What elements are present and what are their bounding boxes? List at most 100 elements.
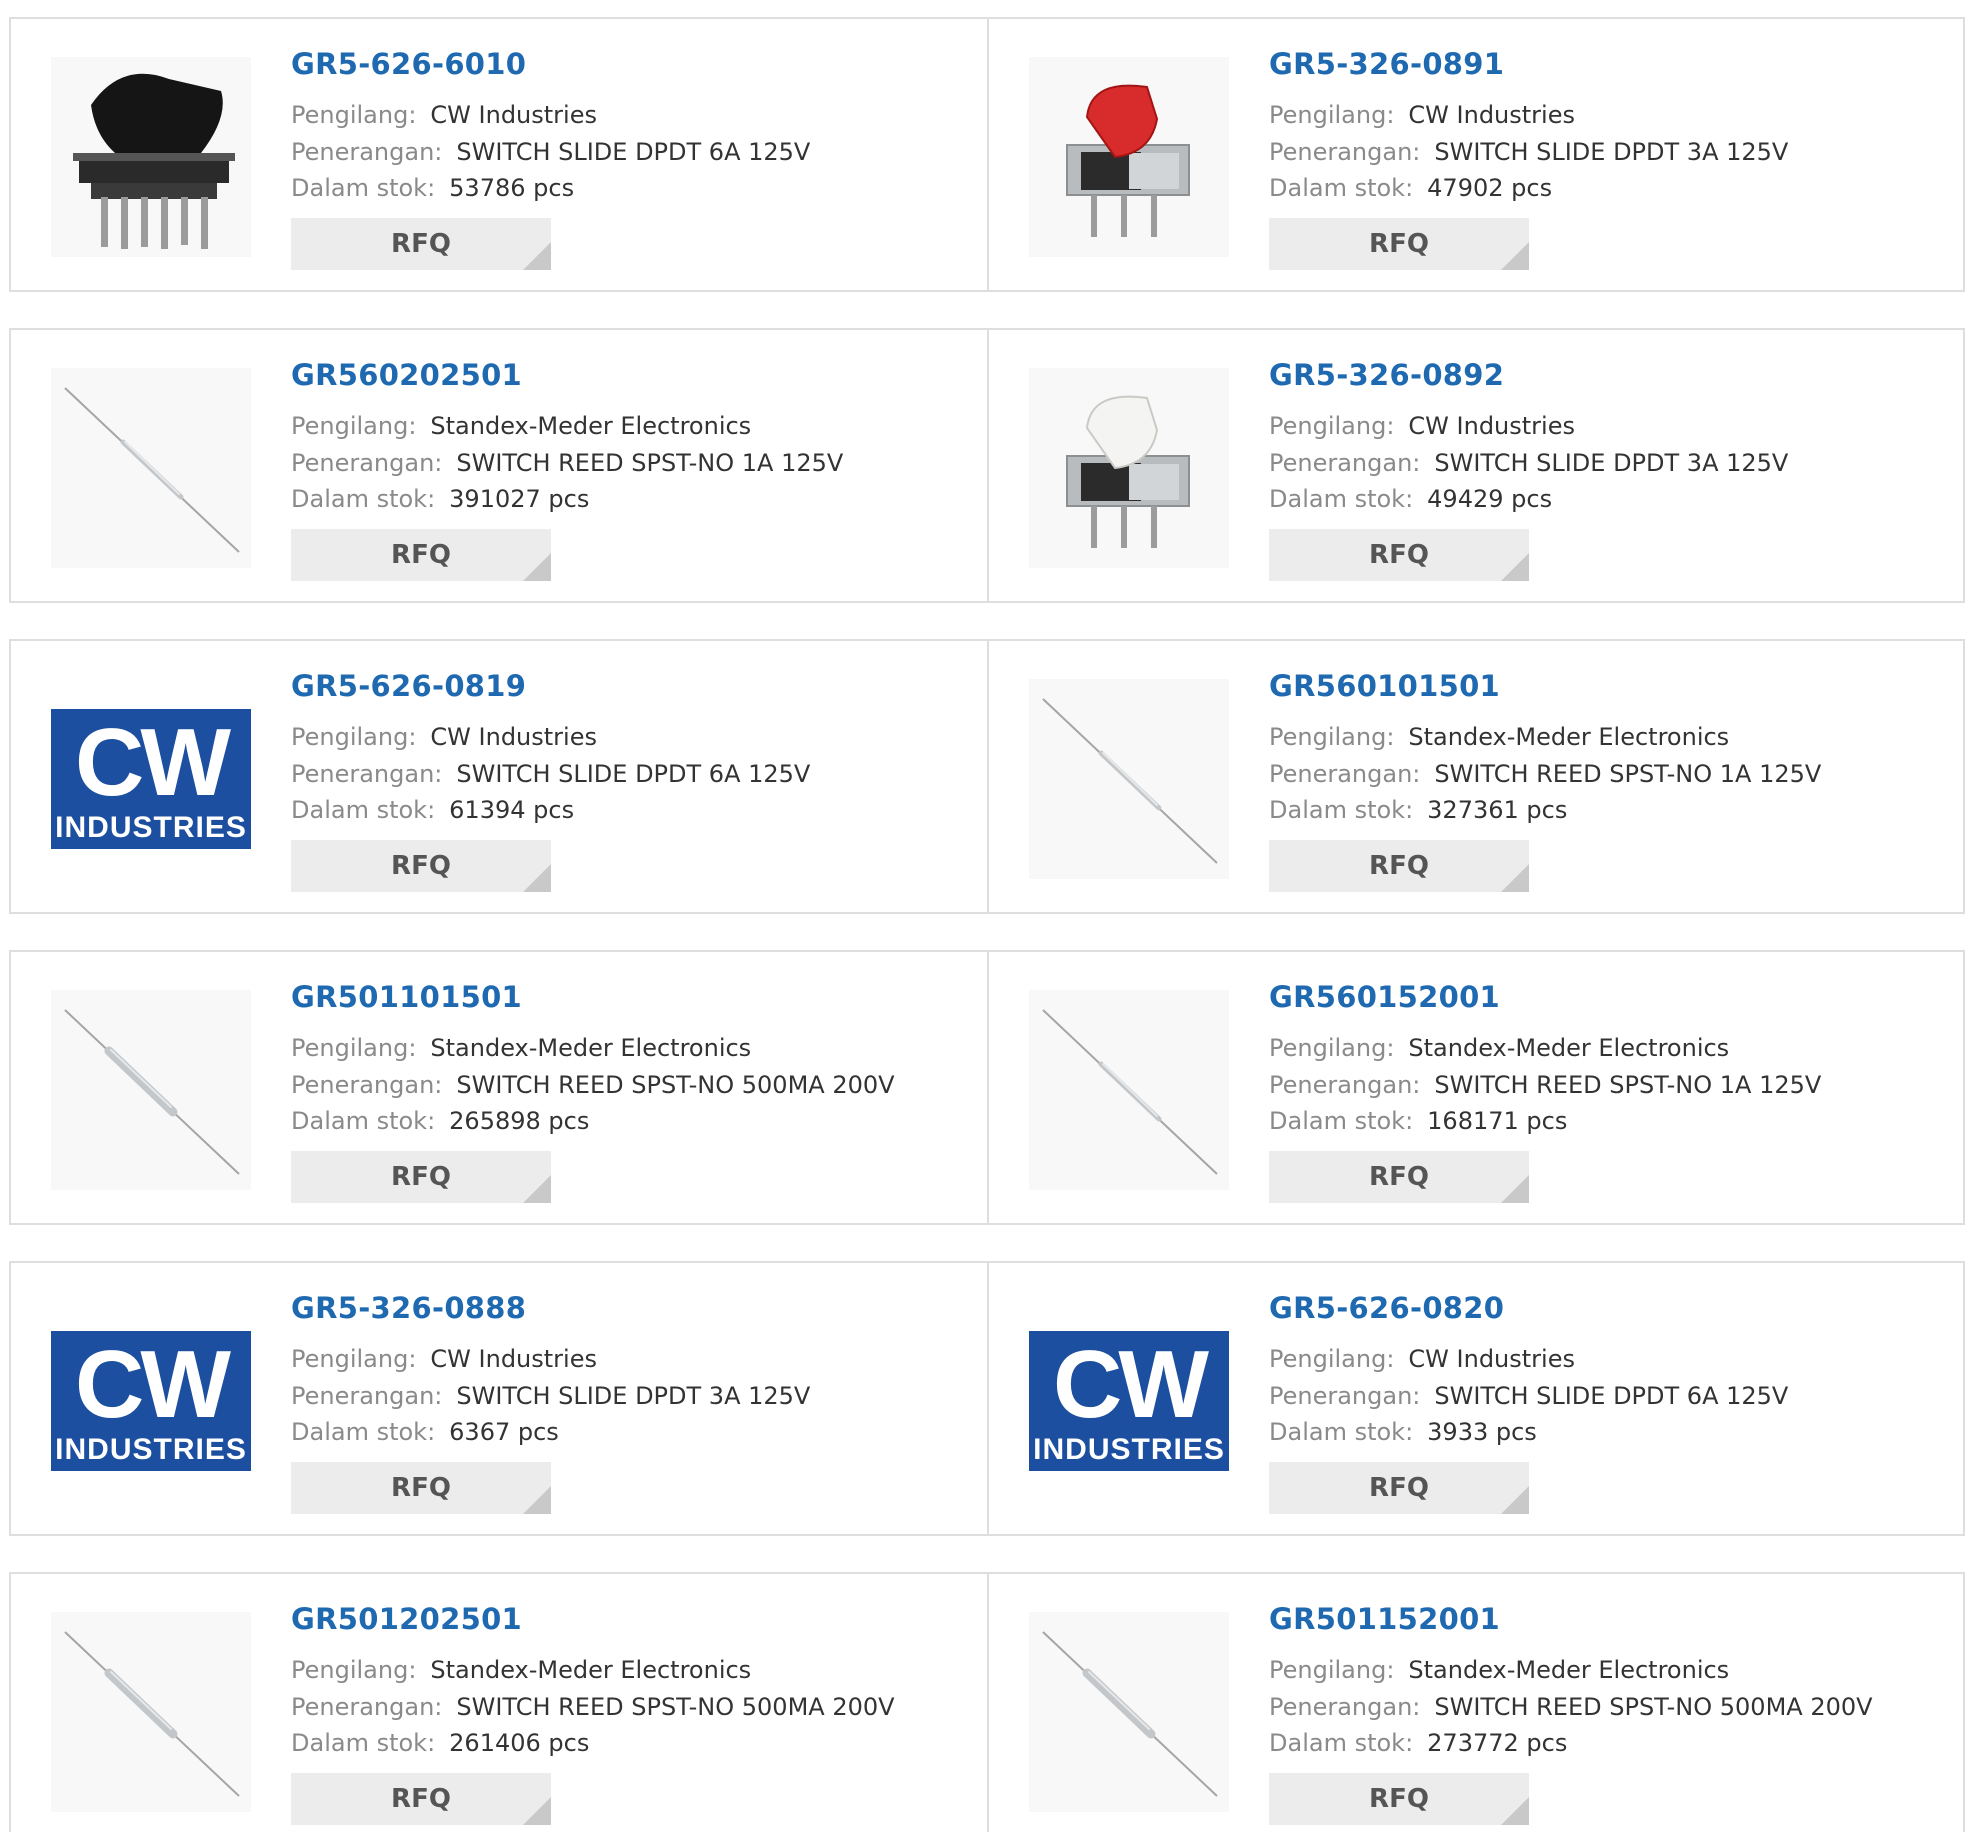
stock-row: Dalam stok: 49429 pcs <box>1269 485 1552 513</box>
corner-triangle-icon <box>1501 242 1529 270</box>
stock-row: Dalam stok: 61394 pcs <box>291 796 574 824</box>
rfq-label: RFQ <box>1369 540 1429 570</box>
rfq-label: RFQ <box>391 1784 451 1814</box>
product-part-number-link[interactable]: GR5-326-0891 <box>1269 47 1504 81</box>
description-label: Penerangan: <box>291 138 443 166</box>
stock-label: Dalam stok: <box>291 796 436 824</box>
description-label: Penerangan: <box>291 1693 443 1721</box>
rfq-button[interactable]: RFQ <box>1269 218 1529 270</box>
corner-triangle-icon <box>523 1797 551 1825</box>
manufacturer-label: Pengilang: <box>291 101 417 129</box>
product-image[interactable] <box>1029 990 1229 1190</box>
product-row: GR5-626-6010 Pengilang: CW Industries Pener… <box>9 17 1965 292</box>
manufacturer-logo[interactable]: CW INDUSTRIES <box>51 1301 251 1501</box>
description-label: Penerangan: <box>1269 1071 1421 1099</box>
description-row: Penerangan: SWITCH REED SPST-NO 1A 125V <box>1269 1071 1821 1099</box>
product-image[interactable] <box>51 57 251 257</box>
manufacturer-row: Pengilang: CW Industries <box>1269 1345 1575 1373</box>
product-card: GR5-626-6010 Pengilang: CW Industries Pener… <box>11 19 987 290</box>
manufacturer-logo[interactable]: CW INDUSTRIES <box>51 679 251 879</box>
logo-line2: INDUSTRIES <box>1033 1433 1225 1466</box>
manufacturer-row: Pengilang: CW Industries <box>1269 412 1575 440</box>
product-part-number-link[interactable]: GR501152001 <box>1269 1602 1500 1636</box>
rfq-button[interactable]: RFQ <box>291 1151 551 1203</box>
rfq-label: RFQ <box>1369 1784 1429 1814</box>
rfq-button[interactable]: RFQ <box>291 840 551 892</box>
product-image[interactable] <box>1029 368 1229 568</box>
stock-row: Dalam stok: 6367 pcs <box>291 1418 559 1446</box>
product-row: GR501202501 Pengilang: Standex-Meder Elect… <box>9 1572 1965 1832</box>
manufacturer-value: Standex-Meder Electronics <box>1408 1034 1730 1062</box>
stock-value: 391027 pcs <box>449 485 590 513</box>
rfq-button[interactable]: RFQ <box>1269 529 1529 581</box>
manufacturer-row: Pengilang: Standex-Meder Electronics <box>1269 1034 1729 1062</box>
stock-label: Dalam stok: <box>1269 485 1414 513</box>
rfq-label: RFQ <box>391 1473 451 1503</box>
description-row: Penerangan: SWITCH SLIDE DPDT 6A 125V <box>1269 1382 1788 1410</box>
product-part-number-link[interactable]: GR501101501 <box>291 980 522 1014</box>
rfq-button[interactable]: RFQ <box>291 1773 551 1825</box>
product-part-number-link[interactable]: GR560202501 <box>291 358 522 392</box>
description-label: Penerangan: <box>291 1071 443 1099</box>
description-value: SWITCH REED SPST-NO 500MA 200V <box>456 1071 895 1099</box>
product-row: CW INDUSTRIES GR5-626-0819 Pengilang: CW Ind… <box>9 639 1965 914</box>
description-label: Penerangan: <box>291 449 443 477</box>
product-part-number-link[interactable]: GR5-626-0819 <box>291 669 526 703</box>
product-grid: GR5-626-6010 Pengilang: CW Industries Pener… <box>0 0 1965 1832</box>
rfq-button[interactable]: RFQ <box>291 529 551 581</box>
description-value: SWITCH REED SPST-NO 500MA 200V <box>1434 1693 1873 1721</box>
corner-triangle-icon <box>1501 553 1529 581</box>
product-part-number-link[interactable]: GR5-326-0892 <box>1269 358 1504 392</box>
stock-label: Dalam stok: <box>291 1107 436 1135</box>
manufacturer-row: Pengilang: CW Industries <box>1269 101 1575 129</box>
product-part-number-link[interactable]: GR560101501 <box>1269 669 1500 703</box>
rfq-button[interactable]: RFQ <box>291 218 551 270</box>
product-part-number-link[interactable]: GR501202501 <box>291 1602 522 1636</box>
product-image[interactable] <box>1029 57 1229 257</box>
manufacturer-logo[interactable]: CW INDUSTRIES <box>1029 1301 1229 1501</box>
product-image[interactable] <box>51 368 251 568</box>
manufacturer-label: Pengilang: <box>291 1345 417 1373</box>
stock-value: 53786 pcs <box>449 174 575 202</box>
rfq-button[interactable]: RFQ <box>1269 1773 1529 1825</box>
description-label: Penerangan: <box>1269 449 1421 477</box>
description-value: SWITCH SLIDE DPDT 3A 125V <box>1434 138 1789 166</box>
description-value: SWITCH REED SPST-NO 1A 125V <box>1434 1071 1822 1099</box>
stock-label: Dalam stok: <box>1269 1729 1414 1757</box>
stock-row: Dalam stok: 327361 pcs <box>1269 796 1567 824</box>
rfq-label: RFQ <box>1369 229 1429 259</box>
rfq-button[interactable]: RFQ <box>1269 840 1529 892</box>
manufacturer-row: Pengilang: CW Industries <box>291 101 597 129</box>
product-image[interactable] <box>51 990 251 1190</box>
description-label: Penerangan: <box>1269 760 1421 788</box>
description-row: Penerangan: SWITCH REED SPST-NO 500MA 200… <box>1269 1693 1873 1721</box>
stock-label: Dalam stok: <box>291 174 436 202</box>
rfq-button[interactable]: RFQ <box>1269 1151 1529 1203</box>
product-image[interactable] <box>1029 679 1229 879</box>
product-part-number-link[interactable]: GR560152001 <box>1269 980 1500 1014</box>
manufacturer-value: Standex-Meder Electronics <box>1408 1656 1730 1684</box>
product-row: GR560202501 Pengilang: Standex-Meder Elect… <box>9 328 1965 603</box>
corner-triangle-icon <box>523 864 551 892</box>
product-part-number-link[interactable]: GR5-626-0820 <box>1269 1291 1504 1325</box>
product-part-number-link[interactable]: GR5-326-0888 <box>291 1291 526 1325</box>
product-image[interactable] <box>1029 1612 1229 1812</box>
product-part-number-link[interactable]: GR5-626-6010 <box>291 47 526 81</box>
stock-row: Dalam stok: 391027 pcs <box>291 485 589 513</box>
logo-line1: CW <box>1053 1331 1209 1438</box>
rfq-button[interactable]: RFQ <box>291 1462 551 1514</box>
description-label: Penerangan: <box>1269 1693 1421 1721</box>
product-row: GR501101501 Pengilang: Standex-Meder Elect… <box>9 950 1965 1225</box>
stock-value: 273772 pcs <box>1427 1729 1568 1757</box>
manufacturer-value: Standex-Meder Electronics <box>1408 723 1730 751</box>
manufacturer-value: CW Industries <box>430 723 597 751</box>
stock-label: Dalam stok: <box>1269 174 1414 202</box>
rfq-button[interactable]: RFQ <box>1269 1462 1529 1514</box>
description-row: Penerangan: SWITCH REED SPST-NO 1A 125V <box>291 449 843 477</box>
corner-triangle-icon <box>1501 864 1529 892</box>
stock-label: Dalam stok: <box>1269 796 1414 824</box>
description-row: Penerangan: SWITCH REED SPST-NO 1A 125V <box>1269 760 1821 788</box>
stock-row: Dalam stok: 168171 pcs <box>1269 1107 1567 1135</box>
product-card: GR501101501 Pengilang: Standex-Meder Elect… <box>11 952 987 1223</box>
product-image[interactable] <box>51 1612 251 1812</box>
